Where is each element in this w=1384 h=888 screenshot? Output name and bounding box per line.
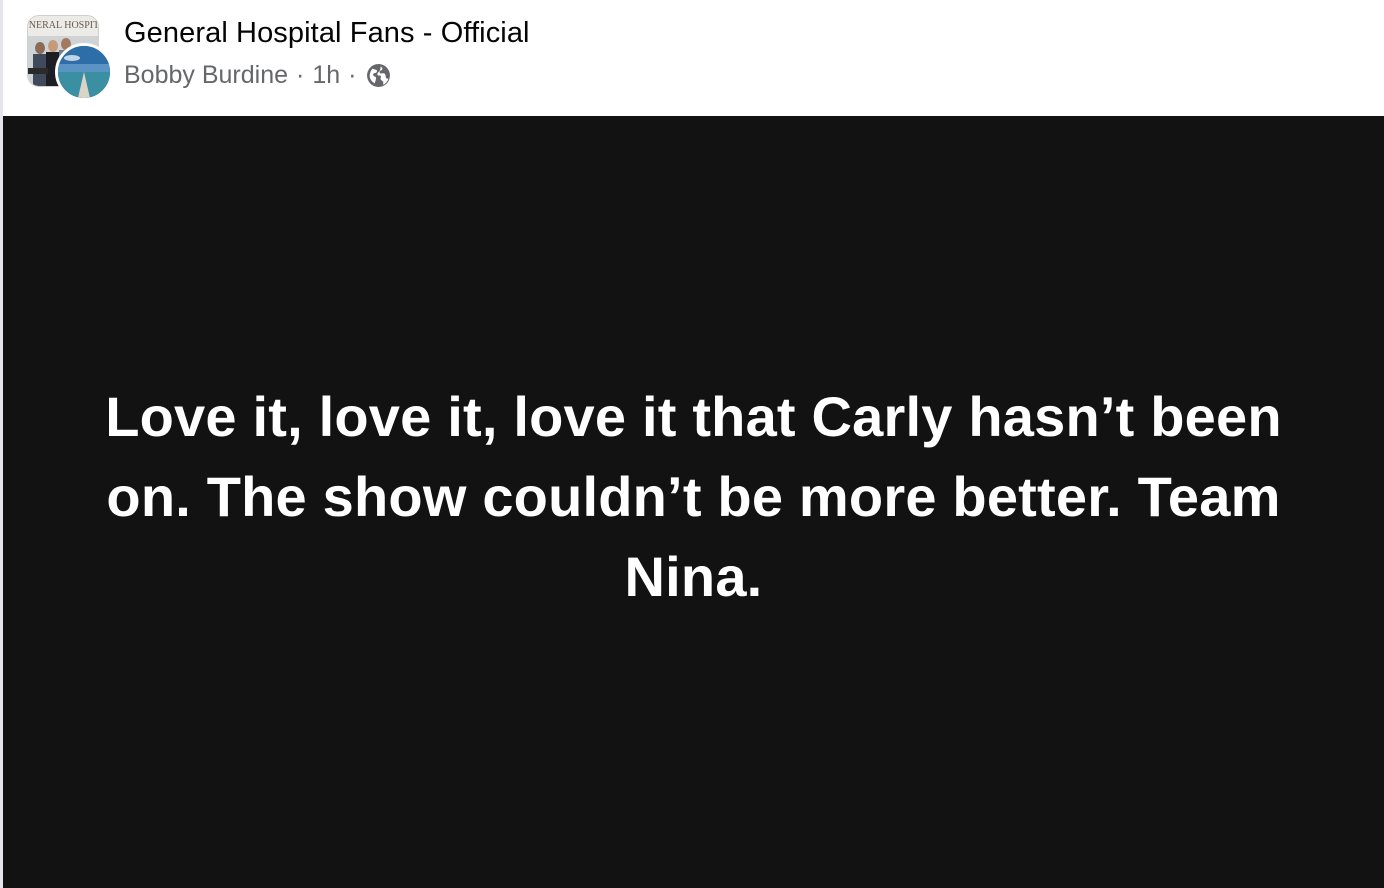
post-header: NERAL HOSPIT General Hospital Fans - Off… bbox=[3, 0, 1384, 116]
globe-icon[interactable] bbox=[366, 63, 391, 88]
user-avatar[interactable] bbox=[55, 43, 113, 101]
meta-separator: · bbox=[348, 61, 357, 89]
timestamp-link[interactable]: 1h bbox=[312, 61, 340, 90]
meta-separator: · bbox=[296, 61, 305, 89]
post-body-background: Love it, love it, love it that Carly has… bbox=[3, 116, 1384, 888]
user-avatar-image bbox=[58, 46, 110, 98]
post-card: NERAL HOSPIT General Hospital Fans - Off… bbox=[0, 0, 1384, 888]
group-name-link[interactable]: General Hospital Fans - Official bbox=[124, 17, 530, 50]
group-avatar-logo-text: NERAL HOSPIT bbox=[29, 20, 99, 31]
avatar-stack[interactable]: NERAL HOSPIT bbox=[27, 15, 113, 101]
author-link[interactable]: Bobby Burdine bbox=[124, 61, 288, 90]
post-text: Love it, love it, love it that Carly has… bbox=[105, 385, 1282, 608]
post-meta: Bobby Burdine · 1h · bbox=[124, 61, 391, 90]
